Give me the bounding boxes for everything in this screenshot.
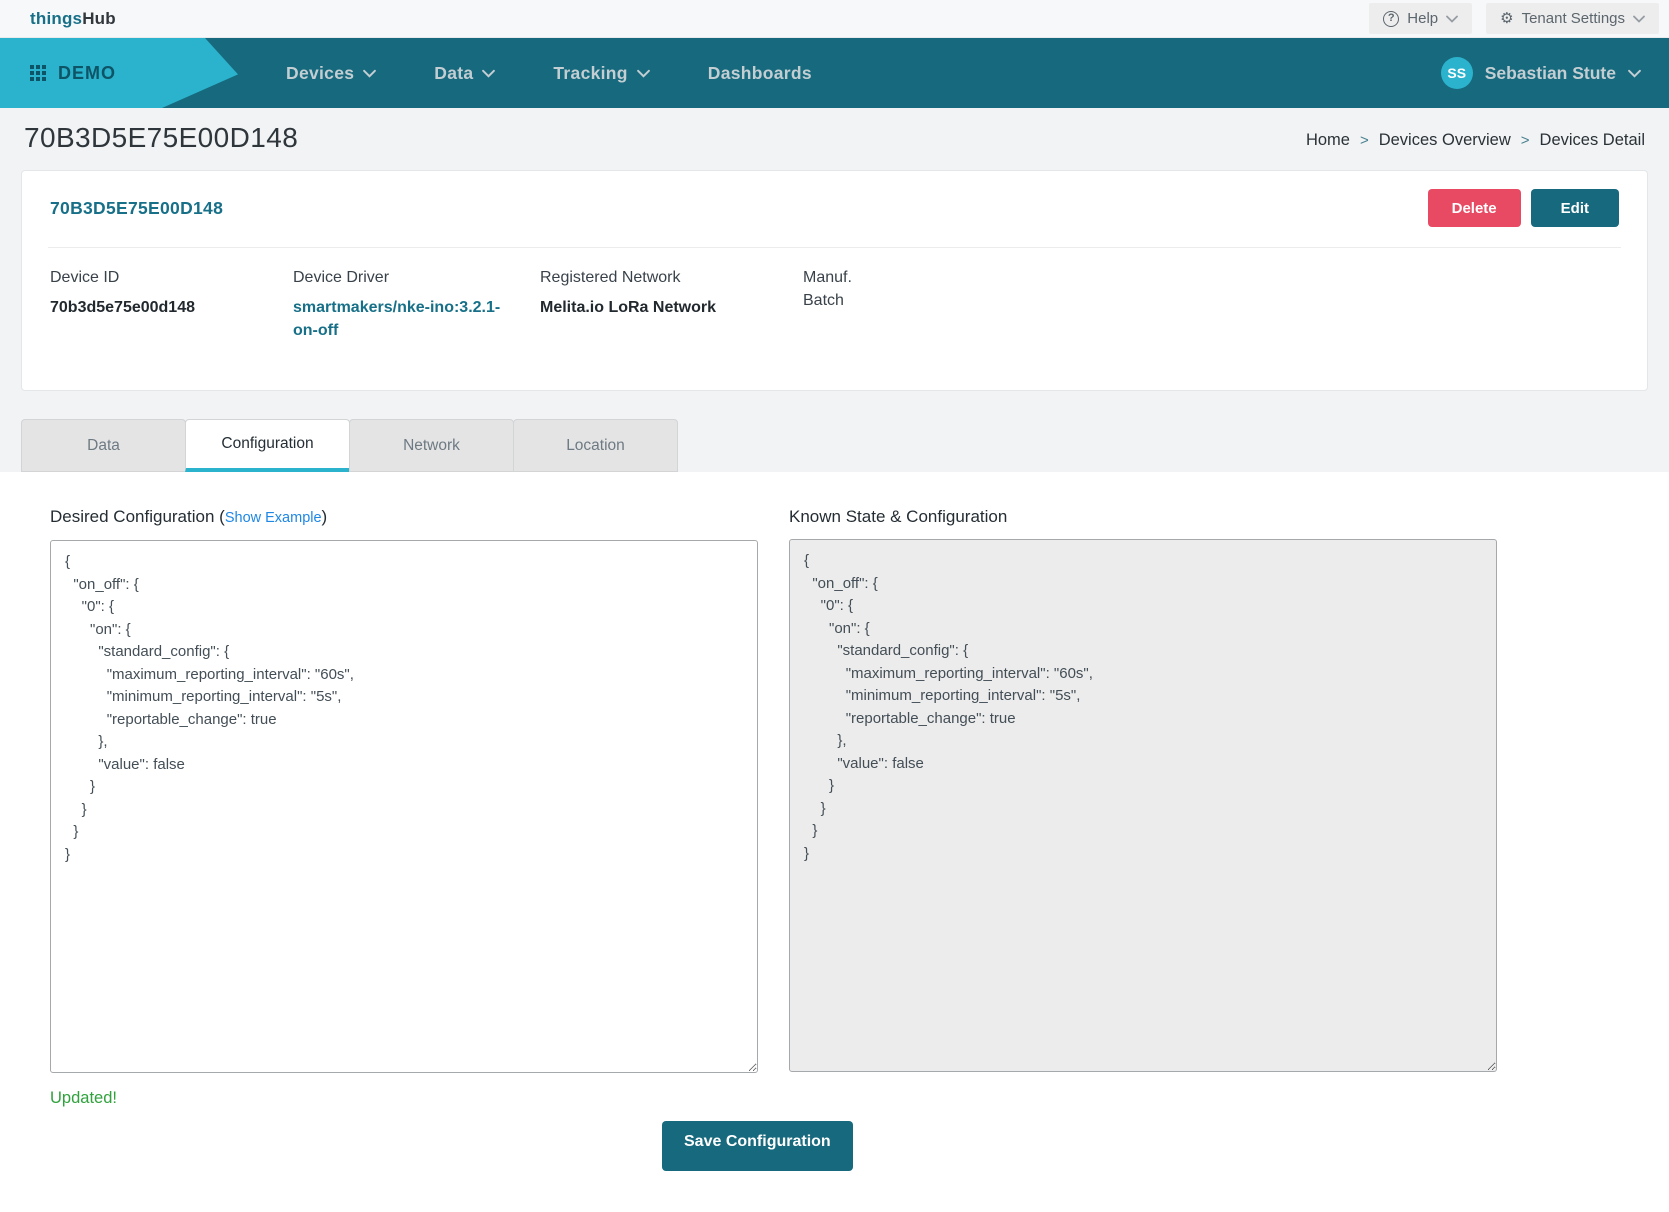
delete-button[interactable]: Delete xyxy=(1428,189,1521,227)
manuf-batch-label: Manuf. Batch xyxy=(803,266,873,312)
registered-network-field: Registered Network Melita.io LoRa Networ… xyxy=(540,266,803,342)
device-driver-link[interactable]: smartmakers/nke-ino:3.2.1-on-off xyxy=(293,296,505,342)
chevron-down-icon xyxy=(1446,15,1458,23)
nav-item-data[interactable]: Data xyxy=(434,63,495,84)
desired-configuration-title: Desired Configuration (Show Example) xyxy=(50,505,758,530)
device-card: 70B3D5E75E00D148 Delete Edit Device ID 7… xyxy=(21,170,1648,391)
tab-data[interactable]: Data xyxy=(21,419,186,472)
device-id-field: Device ID 70b3d5e75e00d148 xyxy=(50,266,293,342)
known-state-title: Known State & Configuration xyxy=(789,505,1497,529)
brand-logo[interactable]: thingsHub xyxy=(30,9,116,29)
device-card-header: 70B3D5E75E00D148 Delete Edit xyxy=(22,171,1647,247)
nav-tracking-label: Tracking xyxy=(553,63,627,84)
device-card-actions: Delete Edit xyxy=(1428,189,1619,227)
breadcrumb-separator: > xyxy=(1521,132,1530,149)
tab-configuration[interactable]: Configuration xyxy=(185,419,350,472)
breadcrumb-devices-detail: Devices Detail xyxy=(1540,131,1645,150)
tenant-settings-button[interactable]: ⚙ Tenant Settings xyxy=(1486,3,1659,34)
updated-status: Updated! xyxy=(50,1087,758,1109)
tenant-settings-label: Tenant Settings xyxy=(1522,10,1625,27)
configuration-columns: Desired Configuration (Show Example) Upd… xyxy=(50,505,1669,1109)
brand-hub: Hub xyxy=(82,9,116,28)
device-card-title: 70B3D5E75E00D148 xyxy=(50,198,223,219)
chevron-down-icon xyxy=(637,69,650,78)
desired-configuration-textarea[interactable] xyxy=(50,540,758,1073)
breadcrumb-devices-overview[interactable]: Devices Overview xyxy=(1379,131,1511,150)
configuration-panel: Desired Configuration (Show Example) Upd… xyxy=(0,472,1669,1212)
tab-location[interactable]: Location xyxy=(513,419,678,472)
device-info-row: Device ID 70b3d5e75e00d148 Device Driver… xyxy=(22,248,1647,390)
desired-configuration-section: Desired Configuration (Show Example) Upd… xyxy=(50,505,758,1109)
known-state-textarea xyxy=(789,539,1497,1072)
user-name: Sebastian Stute xyxy=(1485,63,1616,84)
help-label: Help xyxy=(1407,10,1438,27)
main-navbar: DEMO Devices Data Tracking Dashboards SS… xyxy=(0,38,1669,108)
show-example-link[interactable]: Show Example xyxy=(225,510,322,526)
device-driver-label: Device Driver xyxy=(293,266,540,289)
tenant-name: DEMO xyxy=(58,63,116,84)
tab-network[interactable]: Network xyxy=(349,419,514,472)
nav-item-tracking[interactable]: Tracking xyxy=(553,63,649,84)
nav-items: Devices Data Tracking Dashboards xyxy=(286,38,812,108)
avatar: SS xyxy=(1441,57,1473,89)
desired-configuration-label: Desired Configuration xyxy=(50,507,214,526)
topbar-actions: ? Help ⚙ Tenant Settings xyxy=(1355,3,1659,34)
chevron-down-icon xyxy=(1633,15,1645,23)
user-menu[interactable]: SS Sebastian Stute xyxy=(1441,38,1641,108)
nav-dashboards-label: Dashboards xyxy=(708,63,812,84)
gear-icon: ⚙ xyxy=(1500,11,1513,27)
breadcrumb: Home > Devices Overview > Devices Detail xyxy=(1306,131,1645,156)
breadcrumb-separator: > xyxy=(1360,132,1369,149)
edit-button[interactable]: Edit xyxy=(1531,189,1619,227)
chevron-down-icon xyxy=(1628,69,1641,78)
known-state-section: Known State & Configuration xyxy=(789,505,1497,1109)
nav-item-dashboards[interactable]: Dashboards xyxy=(708,63,812,84)
breadcrumb-home[interactable]: Home xyxy=(1306,131,1350,150)
tenant-switcher[interactable]: DEMO xyxy=(0,38,238,108)
help-menu-button[interactable]: ? Help xyxy=(1369,3,1472,34)
registered-network-value: Melita.io LoRa Network xyxy=(540,296,803,319)
help-icon: ? xyxy=(1383,11,1399,27)
page-title: 70B3D5E75E00D148 xyxy=(24,120,298,156)
brand-things: things xyxy=(30,9,82,28)
page-header: 70B3D5E75E00D148 Home > Devices Overview… xyxy=(0,108,1669,170)
device-detail-tabs: Data Configuration Network Location xyxy=(21,419,1648,472)
registered-network-label: Registered Network xyxy=(540,266,803,289)
topbar: thingsHub ? Help ⚙ Tenant Settings xyxy=(0,0,1669,38)
nav-data-label: Data xyxy=(434,63,473,84)
chevron-down-icon xyxy=(482,69,495,78)
save-configuration-button[interactable]: Save Configuration xyxy=(662,1121,853,1171)
device-driver-field: Device Driver smartmakers/nke-ino:3.2.1-… xyxy=(293,266,540,342)
manuf-batch-field: Manuf. Batch xyxy=(803,266,1619,342)
chevron-down-icon xyxy=(363,69,376,78)
device-id-value: 70b3d5e75e00d148 xyxy=(50,296,293,319)
nav-item-devices[interactable]: Devices xyxy=(286,63,376,84)
device-id-label: Device ID xyxy=(50,266,293,289)
grid-icon xyxy=(30,65,46,81)
paren-close: ) xyxy=(322,507,328,526)
nav-devices-label: Devices xyxy=(286,63,354,84)
